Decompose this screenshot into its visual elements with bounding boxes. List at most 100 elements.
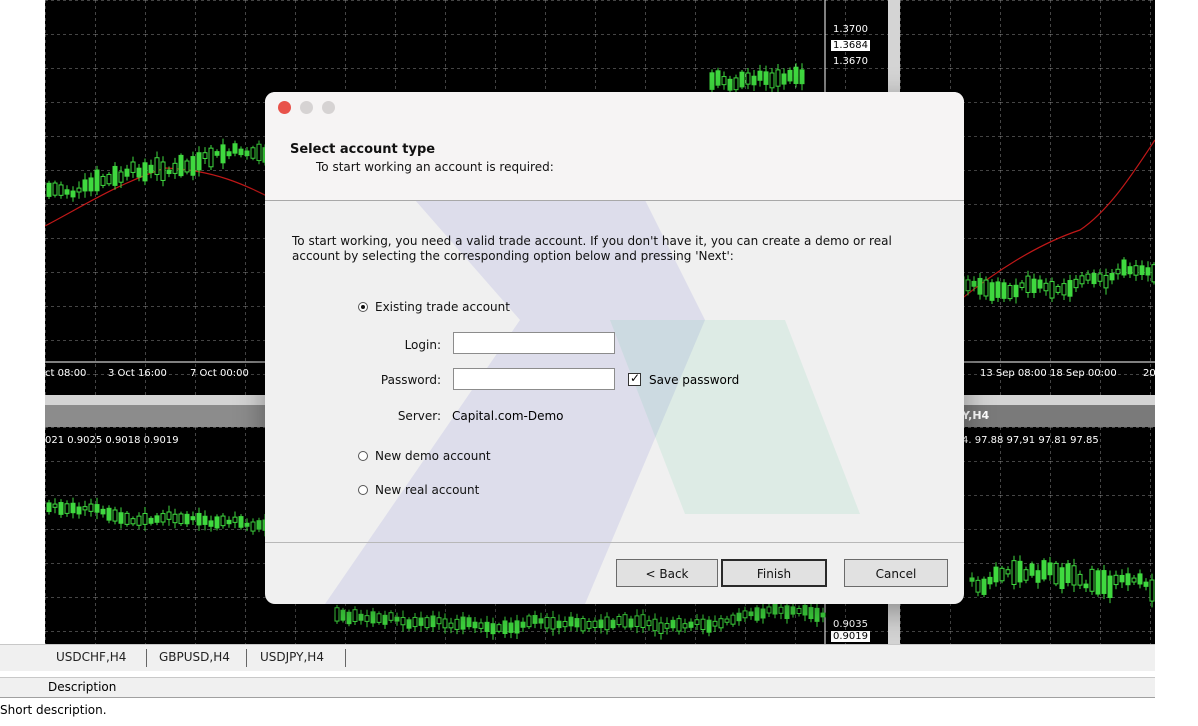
candle-body	[214, 516, 220, 529]
candle-body	[424, 617, 430, 629]
candle-body	[214, 151, 220, 156]
candle-body	[1013, 284, 1019, 298]
candle-body	[412, 616, 418, 628]
candle-body	[106, 173, 112, 185]
candle-body	[172, 162, 178, 174]
price-label-current: 0.9019	[831, 631, 870, 642]
save-password-checkbox[interactable]: ✓	[628, 371, 641, 386]
candle-body	[646, 620, 652, 627]
candle-body	[739, 71, 745, 88]
radio-unselected-icon[interactable]	[358, 485, 368, 495]
dialog-footer-divider	[265, 542, 964, 543]
candle-body	[969, 577, 975, 582]
tab-gbpusd[interactable]: GBPUSD,H4	[159, 650, 230, 664]
radio-real-account[interactable]: New real account	[358, 483, 479, 497]
candle-body	[442, 618, 448, 629]
password-field[interactable]	[453, 368, 615, 390]
candle-body	[1023, 569, 1029, 581]
close-window-button[interactable]	[278, 101, 291, 114]
candle-body	[1077, 573, 1083, 586]
right-scrollbar-gutter	[1155, 0, 1198, 726]
candle-body	[977, 277, 983, 295]
candle-body	[1053, 562, 1059, 585]
login-field[interactable]	[453, 332, 615, 354]
checkmark-icon: ✓	[630, 371, 641, 385]
candle-body	[757, 70, 763, 81]
candle-body	[763, 71, 769, 85]
candle-body	[580, 618, 586, 632]
tab-usdchf[interactable]: USDCHF,H4	[56, 650, 126, 664]
candle-body	[989, 282, 995, 301]
candle-body	[778, 606, 784, 614]
candle-body	[190, 156, 196, 176]
candle-body	[136, 515, 142, 526]
candle-body	[250, 521, 256, 532]
candle-body	[172, 513, 178, 524]
candle-body	[154, 157, 160, 176]
radio-selected-icon[interactable]	[358, 302, 368, 312]
candle-body	[112, 509, 118, 522]
candle-body	[1145, 267, 1151, 276]
candle-body	[82, 179, 88, 192]
cancel-button[interactable]: Cancel	[844, 559, 948, 587]
candle-body	[1001, 282, 1007, 299]
candle-body	[733, 77, 739, 91]
candle-body	[160, 161, 166, 181]
candle-body	[64, 503, 70, 514]
candle-body	[436, 617, 442, 625]
time-label: 13 Sep 08:00	[980, 368, 1047, 379]
candle-body	[346, 611, 352, 625]
radio-unselected-icon[interactable]	[358, 451, 368, 461]
description-text: Short description.	[0, 703, 107, 717]
candle-body	[1097, 273, 1103, 282]
finish-button[interactable]: Finish	[721, 559, 827, 587]
zoom-window-button[interactable]	[322, 101, 335, 114]
candle-body	[1095, 570, 1101, 595]
price-label: 1.3670	[833, 56, 868, 67]
radio-demo-account[interactable]: New demo account	[358, 449, 491, 463]
candle-body	[46, 502, 52, 513]
candle-body	[670, 619, 676, 629]
candle-body	[712, 620, 718, 627]
candle-body	[793, 66, 799, 84]
candle-body	[196, 512, 202, 526]
candle-body	[454, 618, 460, 630]
candle-body	[700, 618, 706, 631]
tab-usdjpy[interactable]: USDJPY,H4	[260, 650, 324, 664]
candle-body	[751, 75, 757, 86]
candle-body	[94, 169, 100, 192]
back-button[interactable]: < Back	[616, 559, 718, 587]
candle-body	[592, 620, 598, 628]
candle-body	[652, 618, 658, 632]
candle-body	[766, 606, 772, 614]
candle-body	[676, 618, 682, 632]
candle-body	[1067, 280, 1073, 297]
candle-body	[796, 607, 802, 615]
candle-body	[526, 615, 532, 628]
description-header[interactable]: Description	[0, 677, 1155, 698]
candle-body	[238, 516, 244, 528]
candle-body	[999, 567, 1005, 582]
minimize-window-button[interactable]	[300, 101, 313, 114]
candle-body	[1043, 282, 1049, 292]
save-password-label[interactable]: Save password	[649, 373, 739, 387]
candle-body	[226, 151, 232, 157]
radio-existing-account[interactable]: Existing trade account	[358, 300, 510, 314]
candle-body	[178, 154, 184, 177]
candle-body	[802, 604, 808, 616]
candle-body	[814, 607, 820, 622]
candle-body	[70, 190, 76, 198]
candle-body	[622, 614, 628, 628]
candle-body	[1065, 563, 1071, 584]
candle-body	[628, 618, 634, 628]
candle-body	[484, 621, 490, 632]
login-label: Login:	[404, 338, 441, 352]
candle-body	[745, 72, 751, 85]
candle-body	[70, 502, 76, 514]
candle-body	[1115, 268, 1121, 275]
candle-body	[1149, 579, 1155, 602]
candle-body	[166, 169, 172, 175]
candle-body	[1019, 282, 1025, 288]
tab-separator	[345, 649, 346, 667]
server-value: Capital.com-Demo	[452, 409, 564, 423]
